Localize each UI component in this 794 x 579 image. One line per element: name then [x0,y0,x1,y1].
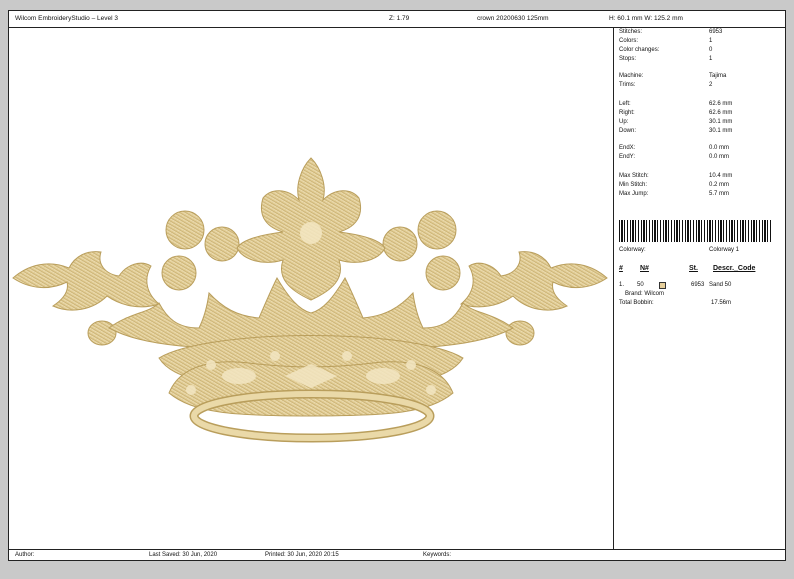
colorway-row: Colorway: Colorway 1 [619,247,740,253]
stat-row: Min Stitch: 0.2 mm [619,182,730,188]
author-label: Author: [15,552,35,558]
stat-row: Color changes: 0 [619,47,713,53]
color-table-row: 1. 50 6953 Sand 50 [619,282,732,289]
footer-bar: Author: Last Saved: 30 Jun, 2020 Printed… [9,549,785,561]
stat-row: Max Stitch: 10.4 mm [619,173,733,179]
stat-row: Right: 62.6 mm [619,110,733,116]
design-canvas [9,28,613,549]
stat-row: Trims: 2 [619,82,713,88]
print-preview-sheet: Wilcom EmbroideryStudio – Level 3 Z: 1.7… [8,10,786,561]
stat-row: EndX: 0.0 mm [619,145,730,151]
bobbin-row: Total Bobbin: 17.56m [619,300,732,306]
stat-row: EndY: 0.0 mm [619,154,730,160]
header-bar: Wilcom EmbroideryStudio – Level 3 Z: 1.7… [9,11,785,28]
barcode [619,220,771,242]
stat-row: Down: 30.1 mm [619,128,733,134]
thread-color-swatch [659,282,666,289]
color-table-header: # N# St. Descr._Code [619,265,756,272]
stat-row: Stops: 1 [619,56,713,62]
stat-row: Machine: Tajima [619,73,727,79]
brand-row: Brand: Wilcom [625,291,665,297]
last-saved: Last Saved: 30 Jun, 2020 [149,552,218,558]
keywords-label: Keywords: [423,552,452,558]
design-info-panel: Stitches: 6953 Colors: 1 Color changes: 0 S… [613,28,785,549]
stat-row: Colors: 1 [619,38,713,44]
crown-embroidery-design [12,157,608,443]
design-size: H: 60.1 mm W: 125.2 mm [609,15,683,22]
stat-row: Max Jump: 5.7 mm [619,191,730,197]
zoom-level: Z: 1.79 [389,15,410,22]
stat-row: Stitches: 6953 [619,29,723,35]
printed-date: Printed: 30 Jun, 2020 20:15 [265,552,339,558]
stat-row: Up: 30.1 mm [619,119,733,125]
app-title: Wilcom EmbroideryStudio – Level 3 [15,15,118,22]
stat-row: Left: 62.6 mm [619,101,733,107]
design-name: crown 20200630 125mm [477,15,549,22]
